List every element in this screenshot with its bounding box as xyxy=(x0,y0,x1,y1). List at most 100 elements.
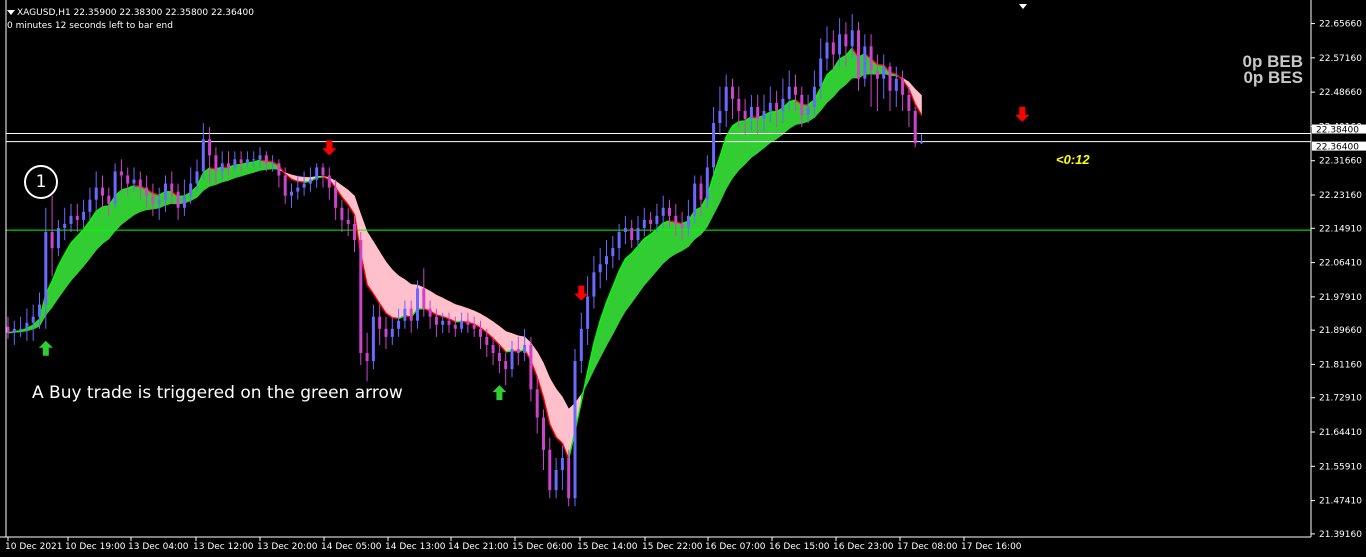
candle-body xyxy=(63,223,67,228)
chart-menu-triangle-icon[interactable] xyxy=(7,10,15,15)
candle-body xyxy=(340,207,344,220)
candle-body xyxy=(800,94,804,115)
candle-body xyxy=(321,167,325,176)
candle-body xyxy=(806,106,810,115)
band-segment xyxy=(788,99,796,130)
band-segment xyxy=(127,185,135,221)
candle-body xyxy=(630,227,634,241)
candle-body xyxy=(447,320,451,325)
candle-body xyxy=(296,187,300,192)
chart-shift-marker-icon[interactable] xyxy=(1019,4,1027,9)
candle-body xyxy=(164,183,167,200)
candle-body xyxy=(82,211,86,220)
y-tick-label: 22.06410 xyxy=(1319,259,1362,269)
x-tick-label: 14 Dec 13:00 xyxy=(385,542,446,552)
candle-body xyxy=(208,139,212,156)
candle-body xyxy=(302,183,306,188)
candle-body xyxy=(346,219,350,224)
y-tick-label: 22.31660 xyxy=(1319,157,1362,167)
x-tick-label: 13 Dec 04:00 xyxy=(128,542,189,552)
x-tick-label: 16 Dec 07:00 xyxy=(705,542,766,552)
candle-body xyxy=(705,167,709,200)
trend-segment xyxy=(392,317,399,320)
candle-body xyxy=(371,316,375,362)
candle-body xyxy=(491,344,495,353)
band-segment xyxy=(121,187,128,226)
candle-body xyxy=(655,215,659,224)
candle-body xyxy=(888,66,892,91)
candle-body xyxy=(227,163,230,168)
candle-body xyxy=(277,163,281,176)
candle-body xyxy=(12,328,16,333)
candle-body xyxy=(907,94,911,111)
price-chart[interactable]: 22.6566022.5716022.4866022.4016022.31660… xyxy=(0,0,1366,557)
candle-body xyxy=(353,223,356,241)
candle-body xyxy=(258,155,262,160)
band-segment xyxy=(637,237,645,295)
x-tick-label: 16 Dec 15:00 xyxy=(769,542,830,552)
candle-body xyxy=(718,110,722,124)
bes-label: 0p BES xyxy=(1243,68,1303,87)
candle-body xyxy=(605,256,608,265)
candle-body xyxy=(271,163,275,165)
band-segment xyxy=(643,233,651,287)
candle-body xyxy=(327,175,331,188)
x-tick-label: 15 Dec 22:00 xyxy=(642,542,703,552)
candle-body xyxy=(264,155,268,164)
candle-body xyxy=(611,248,615,257)
candle-body xyxy=(504,361,508,370)
candle-body xyxy=(472,324,476,329)
y-tick-label: 21.72910 xyxy=(1319,394,1362,404)
candle-body xyxy=(579,328,583,362)
candle-body xyxy=(409,308,413,321)
candle-body xyxy=(686,215,690,228)
candle xyxy=(359,231,363,366)
candle-body xyxy=(290,191,293,196)
band-segment xyxy=(555,388,563,444)
y-tick-label: 22.23160 xyxy=(1319,191,1362,201)
step-number-badge: 1 xyxy=(24,165,58,199)
y-tick-label: 21.97910 xyxy=(1319,293,1362,303)
candle-body xyxy=(88,199,92,212)
band-segment xyxy=(442,297,450,320)
y-tick-label: 21.55910 xyxy=(1319,462,1362,472)
candle-body xyxy=(598,264,602,273)
x-tick-label: 13 Dec 12:00 xyxy=(193,542,254,552)
candle-body xyxy=(762,110,766,120)
candle-body xyxy=(170,183,174,192)
candle-body xyxy=(220,163,224,172)
candle-body xyxy=(189,183,193,196)
candle-body xyxy=(397,320,401,329)
candle-body xyxy=(441,320,445,325)
candle-body xyxy=(359,240,363,353)
price-label: 22.38400 xyxy=(1316,126,1359,136)
band-segment xyxy=(391,269,399,319)
candle-body xyxy=(768,102,772,111)
candle-body xyxy=(510,348,514,370)
band-segment xyxy=(505,331,513,353)
band-segment xyxy=(247,161,254,175)
candle-body xyxy=(623,227,627,232)
candle-body xyxy=(497,352,501,362)
candle-body xyxy=(680,223,684,228)
bar-countdown-text: 0 minutes 12 seconds left to bar end xyxy=(7,21,173,31)
candle-body xyxy=(50,231,54,249)
band-segment xyxy=(744,116,752,165)
candle-body xyxy=(214,155,218,172)
band-segment xyxy=(839,54,847,91)
annotation-caption: A Buy trade is triggered on the green ar… xyxy=(32,383,403,403)
candle-body xyxy=(94,187,98,200)
band-segment xyxy=(461,305,469,323)
candle-body xyxy=(699,183,703,200)
candle xyxy=(913,106,917,148)
candle-body xyxy=(812,86,816,107)
y-tick-label: 22.65660 xyxy=(1319,20,1362,30)
candle-body xyxy=(749,106,753,120)
band-segment xyxy=(769,111,777,144)
candle-body xyxy=(875,70,879,79)
candle-body xyxy=(668,207,671,216)
candle xyxy=(567,449,571,507)
candle-body xyxy=(428,308,432,317)
y-tick-label: 22.57160 xyxy=(1319,54,1362,64)
x-tick-label: 14 Dec 21:00 xyxy=(448,542,509,552)
